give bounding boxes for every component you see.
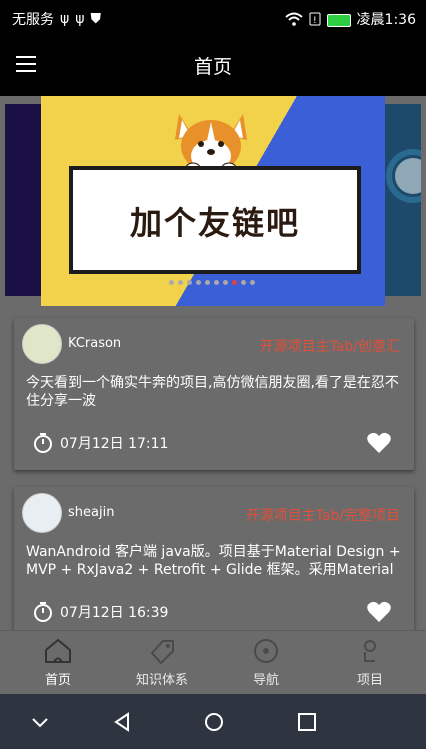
banner-text: 加个友链吧: [129, 204, 300, 242]
indicator-dot: [214, 280, 219, 285]
home-icon: [45, 638, 71, 663]
chevron-down-icon[interactable]: [28, 710, 52, 734]
nav-home[interactable]: 首页: [5, 637, 111, 688]
compass-icon: [254, 639, 278, 663]
article-title[interactable]: WanAndroid 客户端 java版。项目基于Material Design…: [26, 543, 408, 579]
like-heart-icon[interactable]: [366, 431, 392, 455]
nav-knowledge[interactable]: 知识体系: [109, 637, 215, 688]
indicator-dot: [241, 280, 246, 285]
banner-next-slide: [385, 104, 421, 296]
clock: 凌晨1:36: [356, 12, 416, 28]
clock-icon: [34, 433, 52, 453]
indicator-dot: [250, 280, 255, 285]
svg-text:!: !: [313, 16, 317, 26]
nav-project-label: 项目: [356, 673, 383, 688]
status-right: ! 凌晨1:36: [284, 9, 416, 29]
battery-icon: [326, 13, 351, 27]
home-circle-icon[interactable]: [202, 710, 226, 734]
carousel-indicator: [169, 280, 255, 285]
nav-project[interactable]: 项目: [317, 637, 423, 688]
author-name[interactable]: KCrason: [68, 336, 121, 351]
page-title: 首页: [193, 56, 232, 78]
indicator-dot: [196, 280, 201, 285]
chapter-label[interactable]: 开源项目主Tab/完整项目: [246, 505, 400, 525]
indicator-dot: [223, 280, 228, 285]
author-name[interactable]: sheajin: [68, 505, 114, 520]
banner-slide[interactable]: 加个友链吧: [41, 96, 385, 306]
banner-carousel[interactable]: 加个友链吧: [5, 96, 421, 312]
banner-sign: 加个友链吧: [69, 166, 361, 274]
indicator-dot: [169, 280, 174, 285]
date-row: 07月12日 17:11: [32, 432, 168, 454]
nav-navigation[interactable]: 导航: [213, 637, 319, 688]
banner-prev-slide: [5, 104, 41, 296]
sim-icon: !: [309, 12, 321, 26]
article-date: 07月12日 16:39: [60, 605, 169, 621]
carrier-label: 无服务: [12, 12, 54, 28]
indicator-dot-active: [232, 280, 237, 285]
usb-icon: ψ: [60, 11, 70, 27]
wifi-icon: [284, 12, 303, 26]
tag-icon: [150, 640, 174, 665]
article-card[interactable]: sheajin 开源项目主Tab/完整项目 WanAndroid 客户端 jav…: [14, 487, 414, 639]
clock-icon: [34, 602, 52, 622]
nav-home-label: 首页: [44, 673, 71, 688]
nav-knowledge-label: 知识体系: [135, 673, 188, 688]
like-heart-icon[interactable]: [366, 600, 392, 624]
indicator-dot: [205, 280, 210, 285]
recent-apps-icon[interactable]: [295, 710, 319, 734]
author-avatar[interactable]: [22, 493, 62, 533]
nav-navigation-label: 导航: [252, 673, 279, 688]
chapter-label[interactable]: 开源项目主Tab/创意汇: [260, 336, 400, 356]
article-date: 07月12日 17:11: [60, 436, 169, 452]
article-title[interactable]: 今天看到一个确实牛奔的项目,高仿微信朋友圈,看了是在忍不住分享一波: [26, 374, 408, 410]
shield-icon: ⛊: [90, 11, 102, 27]
author-avatar[interactable]: [22, 324, 62, 364]
status-bar: 无服务 ψ ψ ⛊ ! 凌晨1:36: [0, 0, 426, 34]
status-left: 无服务 ψ ψ ⛊: [12, 9, 101, 29]
usb-icon: ψ: [75, 11, 85, 27]
bottom-navigation: 首页 知识体系 导航 项目: [0, 630, 426, 695]
date-row: 07月12日 16:39: [32, 601, 168, 623]
system-navigation-bar: [0, 694, 426, 749]
project-icon: [364, 640, 376, 662]
indicator-dot: [187, 280, 192, 285]
app-bar: 首页: [0, 34, 426, 96]
indicator-dot: [178, 280, 183, 285]
back-icon[interactable]: [110, 710, 134, 734]
article-card[interactable]: KCrason 开源项目主Tab/创意汇 今天看到一个确实牛奔的项目,高仿微信朋…: [14, 318, 414, 470]
